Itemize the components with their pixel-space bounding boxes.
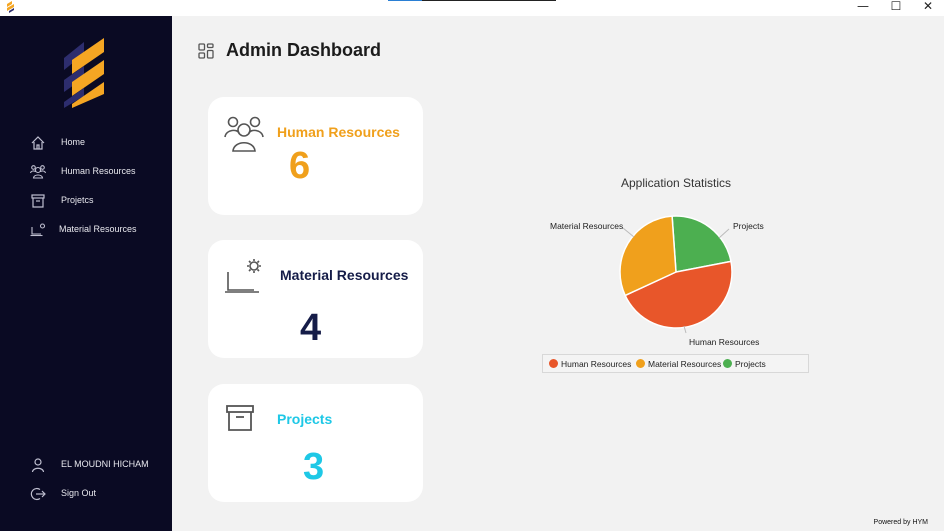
pie-slice-human-resources[interactable] bbox=[624, 260, 733, 329]
card-title: Projects bbox=[277, 411, 333, 427]
minimize-button[interactable]: — bbox=[848, 0, 878, 14]
pie-label-human-resources: Human Resources bbox=[689, 337, 760, 347]
chart-title: Application Statistics bbox=[620, 176, 732, 190]
legend-item[interactable]: Material Resources bbox=[636, 359, 721, 369]
sidebar: Home Human Resources Projetcs Material R… bbox=[0, 16, 172, 531]
home-icon bbox=[31, 136, 45, 150]
sidebar-item-label: Home bbox=[61, 137, 86, 147]
legend-item[interactable]: Human Resources bbox=[549, 359, 631, 369]
card-count: 3 bbox=[303, 446, 325, 488]
card-human-resources[interactable]: Human Resources 6 bbox=[208, 97, 423, 215]
sign-out-label: Sign Out bbox=[61, 488, 97, 498]
title-accent-line bbox=[388, 0, 556, 1]
footer-credit: Powered by HYM bbox=[873, 519, 928, 526]
sidebar-item-label: Projetcs bbox=[61, 195, 94, 205]
people-icon bbox=[224, 116, 264, 152]
dashboard-icon bbox=[198, 43, 214, 59]
sidebar-user[interactable]: EL MOUDNI HICHAM bbox=[0, 454, 172, 476]
sidebar-item-label: Material Resources bbox=[59, 224, 137, 234]
app-logo-icon bbox=[7, 1, 14, 13]
sidebar-item-human-resources[interactable]: Human Resources bbox=[0, 161, 172, 183]
user-name: EL MOUDNI HICHAM bbox=[61, 459, 149, 469]
laptop-gear-icon bbox=[225, 259, 261, 293]
pie-label-projects: Projects bbox=[733, 221, 764, 231]
card-material-resources[interactable]: Material Resources 4 bbox=[208, 240, 423, 358]
legend-swatch bbox=[723, 359, 732, 368]
pie-label-material-resources: Material Resources bbox=[550, 221, 624, 231]
brand-logo bbox=[64, 38, 104, 108]
sign-out-button[interactable]: Sign Out bbox=[0, 483, 172, 505]
pie-leader-line bbox=[683, 325, 687, 334]
archive-icon bbox=[31, 194, 45, 208]
pie-leader-line bbox=[622, 227, 635, 238]
sidebar-item-projects[interactable]: Projetcs bbox=[0, 190, 172, 212]
people-icon bbox=[30, 165, 46, 179]
legend-label: Material Resources bbox=[648, 359, 722, 369]
card-title: Material Resources bbox=[280, 267, 409, 283]
legend-item[interactable]: Projects bbox=[723, 359, 766, 369]
laptop-gear-icon bbox=[30, 223, 46, 237]
legend-swatch bbox=[549, 359, 558, 368]
maximize-button[interactable]: ☐ bbox=[881, 0, 911, 14]
sidebar-item-home[interactable]: Home bbox=[0, 132, 172, 154]
page-title: Admin Dashboard bbox=[226, 40, 382, 60]
legend-label: Projects bbox=[735, 359, 766, 369]
chart-legend: Human Resources Material Resources Proje… bbox=[542, 354, 809, 373]
card-projects[interactable]: Projects 3 bbox=[208, 384, 423, 502]
archive-icon bbox=[226, 405, 254, 431]
pie-leader-line bbox=[718, 228, 730, 239]
pie-slice-material-resources[interactable] bbox=[619, 215, 677, 297]
sidebar-item-material-resources[interactable]: Material Resources bbox=[0, 219, 172, 241]
card-title: Human Resources bbox=[277, 124, 400, 140]
legend-label: Human Resources bbox=[561, 359, 632, 369]
legend-swatch bbox=[636, 359, 645, 368]
title-bar: — ☐ ✕ bbox=[0, 0, 944, 16]
card-count: 6 bbox=[289, 145, 311, 187]
sign-out-icon bbox=[30, 487, 46, 501]
sidebar-item-label: Human Resources bbox=[61, 166, 136, 176]
pie-slice-projects[interactable] bbox=[671, 215, 732, 273]
close-button[interactable]: ✕ bbox=[913, 0, 943, 14]
card-count: 4 bbox=[300, 307, 322, 349]
user-icon bbox=[31, 458, 45, 473]
